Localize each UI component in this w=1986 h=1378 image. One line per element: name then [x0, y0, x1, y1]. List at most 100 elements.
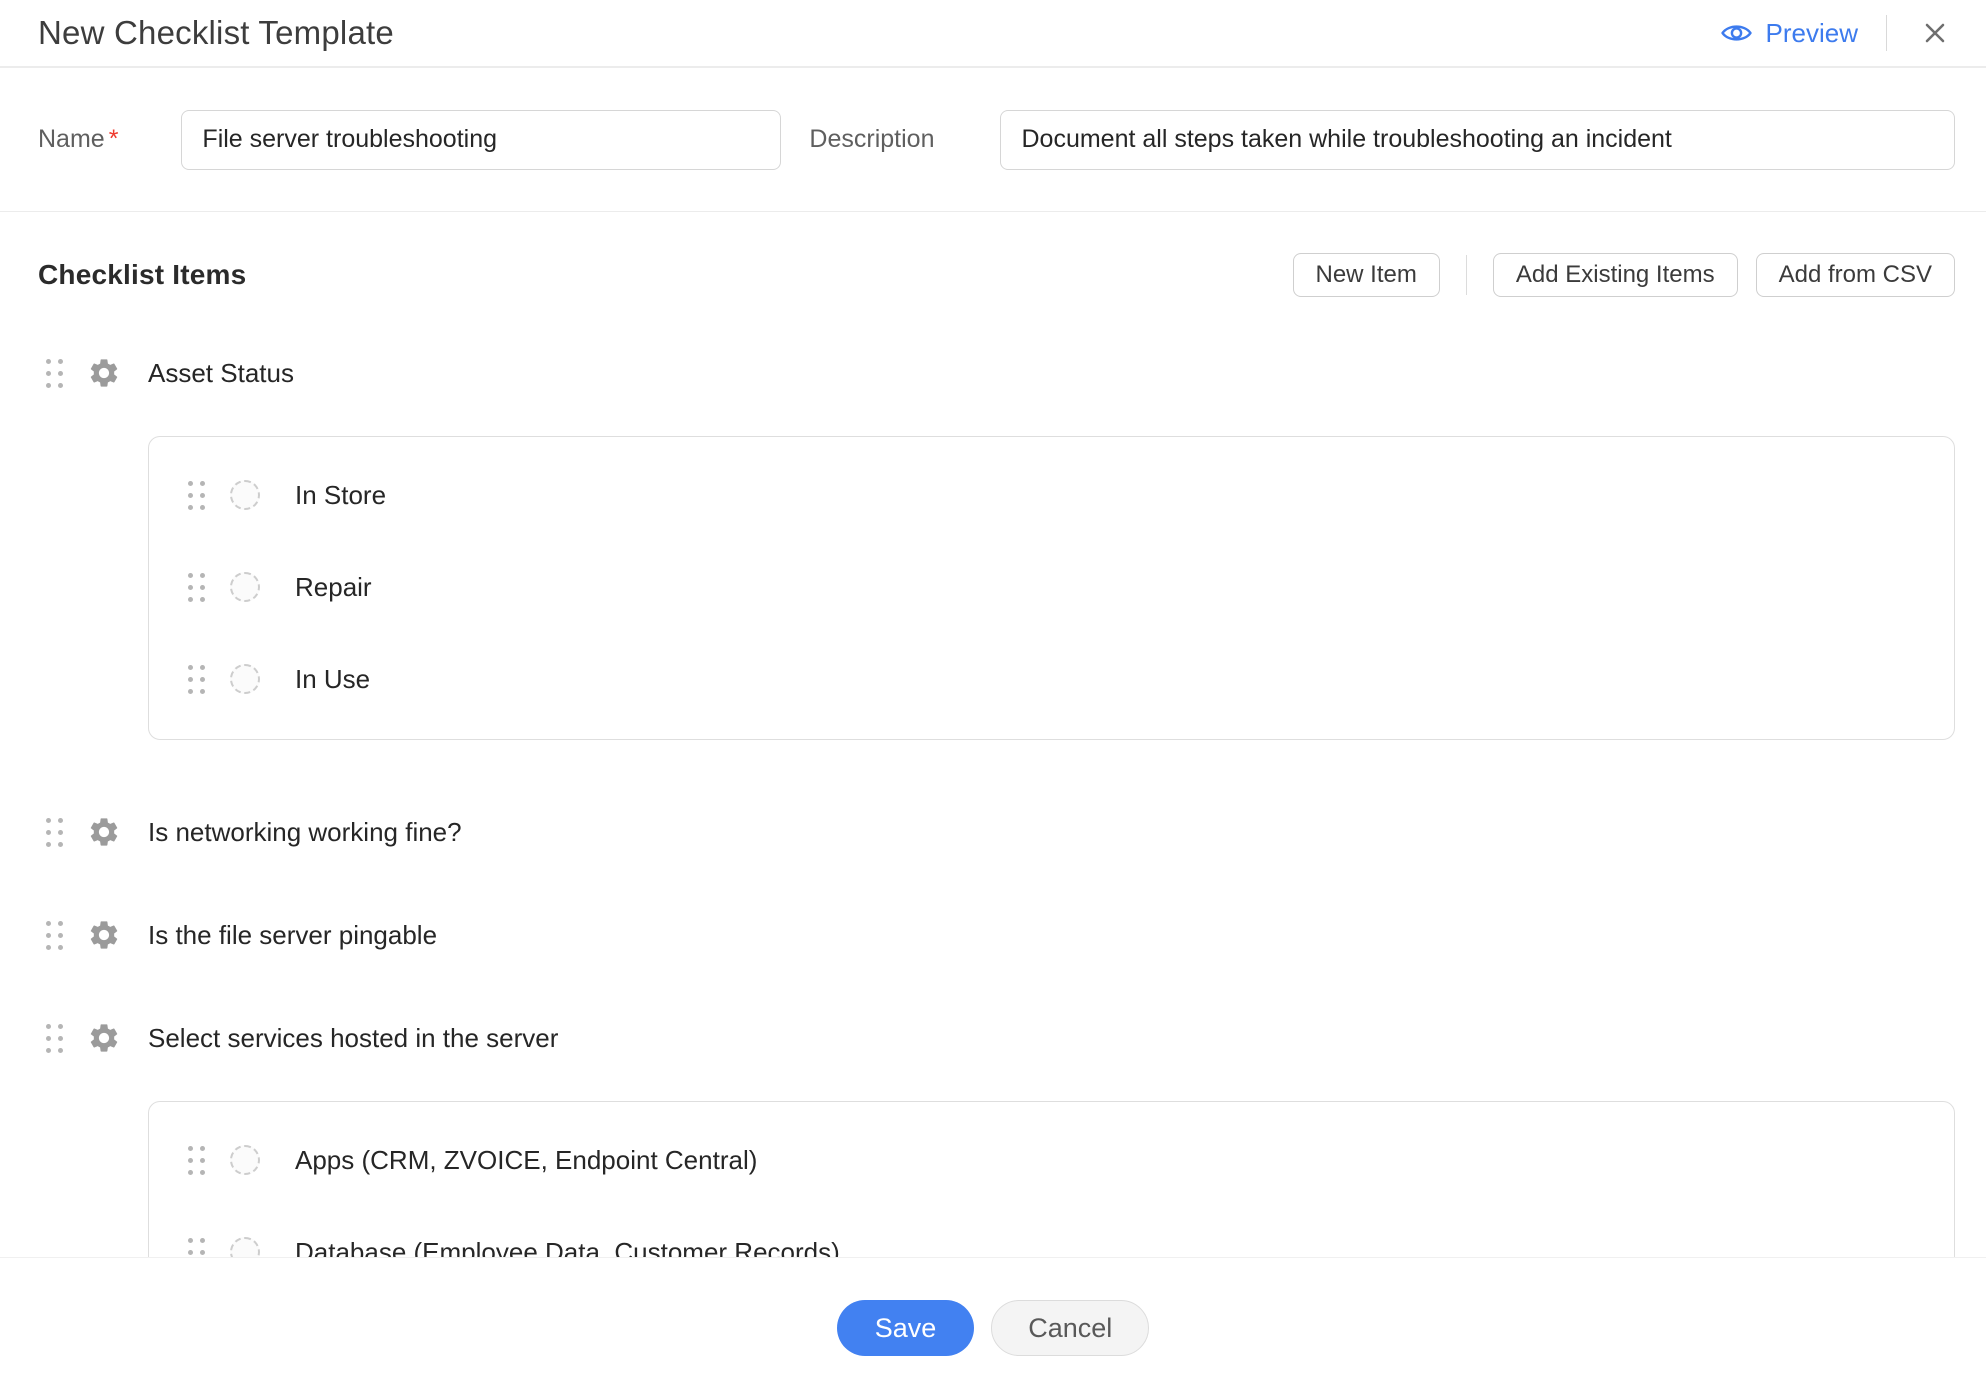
drag-dot	[188, 505, 193, 510]
drag-dot	[200, 689, 205, 694]
drag-dot	[200, 1250, 205, 1255]
dialog-header: New Checklist Template Preview	[0, 0, 1986, 68]
drag-dot	[188, 1158, 193, 1163]
drag-dot	[46, 1024, 51, 1029]
add-from-csv-button[interactable]: Add from CSV	[1756, 253, 1955, 297]
drag-dot	[188, 689, 193, 694]
drag-dot	[188, 493, 193, 498]
drag-dot	[46, 945, 51, 950]
drag-dot	[58, 842, 63, 847]
drag-handle-icon[interactable]	[188, 1146, 205, 1175]
drag-dot	[200, 1158, 205, 1163]
drag-dot	[58, 921, 63, 926]
drag-dot	[188, 1170, 193, 1175]
drag-dot	[46, 1036, 51, 1041]
cancel-button[interactable]: Cancel	[991, 1300, 1149, 1356]
gear-icon[interactable]	[87, 918, 121, 952]
drag-dot	[58, 830, 63, 835]
header-actions: Preview	[1720, 13, 1955, 53]
checklist-items-title: Checklist Items	[38, 259, 1293, 291]
gear-icon[interactable]	[87, 1021, 121, 1055]
drag-handle-icon[interactable]	[46, 921, 63, 950]
drag-dot	[188, 597, 193, 602]
drag-dot	[200, 665, 205, 670]
preview-button[interactable]: Preview	[1720, 18, 1858, 49]
drag-dot	[188, 677, 193, 682]
template-details-form: Name* Description	[0, 68, 1986, 212]
drag-dot	[46, 842, 51, 847]
option-row: In Use	[149, 659, 1954, 699]
page-title: New Checklist Template	[38, 14, 1720, 52]
checklist-items-header: Checklist Items New Item Add Existing It…	[38, 253, 1955, 297]
drag-handle-icon[interactable]	[46, 1024, 63, 1053]
radio-button[interactable]	[230, 1145, 260, 1175]
description-input[interactable]	[1000, 110, 1955, 170]
option-row: In Store	[149, 475, 1954, 515]
actions-divider	[1466, 255, 1467, 295]
checklist-item-row: Is the file server pingable	[0, 915, 1986, 955]
drag-dot	[188, 573, 193, 578]
close-button[interactable]	[1915, 13, 1955, 53]
checklist-actions: New Item Add Existing Items Add from CSV	[1293, 253, 1956, 297]
drag-dot	[200, 481, 205, 486]
checklist-item-row: Select services hosted in the server	[0, 1018, 1986, 1058]
add-existing-items-button[interactable]: Add Existing Items	[1493, 253, 1738, 297]
drag-dot	[188, 1250, 193, 1255]
new-item-button[interactable]: New Item	[1293, 253, 1440, 297]
save-button[interactable]: Save	[837, 1300, 975, 1356]
name-label: Name*	[38, 125, 118, 154]
option-row: Repair	[149, 567, 1954, 607]
checklist-item-row: Is networking working fine?	[0, 812, 1986, 852]
drag-dot	[200, 493, 205, 498]
drag-dot	[58, 1024, 63, 1029]
drag-handle-icon[interactable]	[188, 481, 205, 510]
drag-dot	[200, 1170, 205, 1175]
drag-dot	[46, 383, 51, 388]
drag-dot	[58, 359, 63, 364]
name-label-text: Name	[38, 125, 105, 153]
drag-dot	[200, 505, 205, 510]
close-icon	[1920, 18, 1950, 48]
drag-dot	[46, 933, 51, 938]
drag-dot	[188, 585, 193, 590]
drag-dot	[200, 573, 205, 578]
drag-dot	[58, 383, 63, 388]
drag-dot	[188, 481, 193, 486]
option-label: Repair	[295, 572, 372, 603]
checklist-item-label: Is the file server pingable	[148, 920, 437, 951]
drag-dot	[188, 665, 193, 670]
drag-handle-icon[interactable]	[46, 818, 63, 847]
header-divider	[1886, 15, 1887, 51]
radio-button[interactable]	[230, 664, 260, 694]
drag-dot	[58, 945, 63, 950]
options-panel: In Store Repair In Use	[148, 436, 1955, 740]
option-label: In Store	[295, 480, 386, 511]
checklist-item-label: Asset Status	[148, 358, 294, 389]
drag-dot	[58, 818, 63, 823]
drag-handle-icon[interactable]	[46, 359, 63, 388]
drag-dot	[58, 1048, 63, 1053]
checklist-item-label: Select services hosted in the server	[148, 1023, 558, 1054]
option-row: Apps (CRM, ZVOICE, Endpoint Central)	[149, 1140, 1954, 1180]
new-checklist-template-dialog: New Checklist Template Preview Name* Des…	[0, 0, 1986, 1378]
drag-dot	[58, 371, 63, 376]
drag-dot	[46, 830, 51, 835]
drag-dot	[188, 1238, 193, 1243]
drag-dot	[200, 1146, 205, 1151]
name-input[interactable]	[181, 110, 781, 170]
drag-dot	[46, 1048, 51, 1053]
radio-button[interactable]	[230, 572, 260, 602]
option-label: In Use	[295, 664, 370, 695]
gear-icon[interactable]	[87, 815, 121, 849]
eye-icon	[1720, 21, 1753, 45]
drag-dot	[58, 1036, 63, 1041]
radio-button[interactable]	[230, 480, 260, 510]
drag-dot	[200, 1238, 205, 1243]
drag-dot	[200, 597, 205, 602]
drag-handle-icon[interactable]	[188, 665, 205, 694]
drag-dot	[46, 359, 51, 364]
drag-handle-icon[interactable]	[188, 573, 205, 602]
checklist-item-row: Asset Status	[0, 353, 1986, 393]
gear-icon[interactable]	[87, 356, 121, 390]
drag-dot	[200, 677, 205, 682]
